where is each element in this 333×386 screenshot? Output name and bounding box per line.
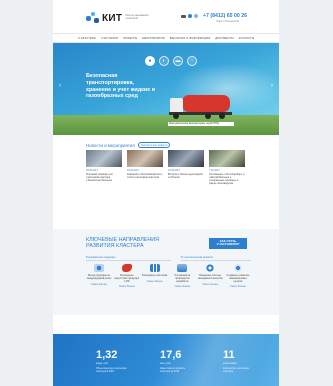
news-text: Итоговый семинар для участников кластера… [86, 173, 113, 183]
stat-investment: 17,6 млн. руб. Инвестиции в проекты клас… [160, 349, 192, 374]
page-background: КИТ Кластер инноваций и технологий +7 (8… [0, 0, 333, 386]
news-header: Новости и мероприятия Смотреть все новос… [86, 142, 171, 149]
news-list: 20.02.2017 Итоговый семинар для участник… [86, 150, 246, 186]
slider-next-arrow[interactable]: › [271, 83, 273, 89]
main-nav: О КЛАСТЕРЕ УЧАСТНИКИ ПРОЕКТЫ МЕРОПРИЯТИЯ… [53, 33, 279, 43]
header-contacts: +7 (8412) 65 00 26 [181, 13, 247, 19]
direction-text: Внедрение системы менеджмента качества [197, 275, 223, 280]
logo-mark-icon [86, 12, 100, 24]
gear-icon [205, 264, 216, 272]
direction-text: Расширение присутствия продукции в РФ [114, 275, 140, 283]
website-page: КИТ Кластер инноваций и технологий +7 (8… [53, 0, 279, 386]
direction-link[interactable]: Узнать больше [225, 286, 251, 288]
drop-icon[interactable]: ● [145, 56, 155, 66]
phone-number[interactable]: +7 (8412) 65 00 26 [203, 13, 247, 19]
stat-text: Количество участников кластера [223, 367, 249, 373]
logo-subtitle: Кластер инноваций и технологий [125, 14, 149, 20]
news-text: Соглашение «Теплоприбор» и «Автомобильны… [209, 173, 245, 186]
direction-text: Постановка на производство разработок [174, 275, 191, 283]
join-cluster-button[interactable]: КАК СТАТЬ УЧАСТНИКОМ? [209, 238, 247, 249]
news-photo [168, 150, 204, 167]
news-card[interactable]: 13.02.2017 Встреча с бизнес-делегацией и… [168, 150, 204, 186]
wave-icon[interactable]: ~ [187, 56, 197, 66]
direction-item[interactable]: Внедрение системы менеджмента качества У… [197, 264, 223, 288]
hero-caption: Изотермические автоцистерны серии ППЦ [169, 122, 219, 125]
hero-field [53, 115, 279, 135]
news-date: 7.02.2017 [209, 169, 220, 172]
stat-text: Объем выручки участников кластера в 2016 [96, 367, 127, 373]
gauge-icon[interactable]: ◐ [159, 56, 169, 66]
search-icon[interactable] [188, 14, 192, 18]
target-icon [232, 264, 243, 272]
news-date: 20.02.2017 [86, 169, 98, 172]
logo-text: КИТ [102, 12, 123, 24]
nav-item-about[interactable]: О КЛАСТЕРЕ [78, 37, 96, 40]
direction-item[interactable]: Выход продукции на международный рынок У… [86, 264, 112, 288]
menu-icon[interactable] [181, 14, 186, 18]
nav-item-projects[interactable]: ПРОЕКТЫ [123, 37, 137, 40]
news-photo [209, 150, 245, 167]
news-photo [86, 150, 122, 167]
stat-unit: млрд. руб. [96, 362, 109, 365]
direction-item[interactable]: Постановка на производство разработок Уз… [169, 264, 195, 288]
news-title: Новости и мероприятия [86, 142, 135, 148]
directions-col-left-title: В продвижении продукции [86, 256, 116, 259]
directions-title: КЛЮЧЕВЫЕ НАПРАВЛЕНИЯ РАЗВИТИЯ КЛАСТЕРА [86, 237, 160, 250]
stat-number: 1,32 [96, 349, 118, 361]
news-card[interactable]: 7.02.2017 Соглашение «Теплоприбор» и «Ав… [209, 150, 245, 186]
nav-item-members[interactable]: УЧАСТНИКИ [101, 37, 118, 40]
stat-unit: участников [223, 362, 237, 365]
news-card[interactable]: 16.02.2017 Компания «Техпромкомплект» ст… [127, 150, 163, 186]
direction-item[interactable]: Расширение присутствия продукции в РФ Уз… [114, 264, 140, 288]
russia-map-icon [121, 264, 132, 272]
news-card[interactable]: 20.02.2017 Итоговый семинар для участник… [86, 150, 122, 186]
nav-item-events[interactable]: МЕРОПРИЯТИЯ [142, 37, 164, 40]
directions-list: Выход продукции на международный рынок У… [86, 264, 251, 288]
stat-number: 17,6 [160, 349, 182, 361]
site-logo[interactable]: КИТ Кластер инноваций и технологий [86, 12, 151, 24]
tank-truck-image [169, 93, 233, 121]
direction-link[interactable]: Узнать больше [169, 286, 195, 288]
site-header: КИТ Кластер инноваций и технологий +7 (8… [53, 0, 279, 33]
hero-slider: ● ◐ ▬ ~ Безопасная транспортировка, хран… [53, 43, 279, 135]
news-text: Встреча с бизнес-делегацией из Италии [168, 173, 203, 180]
phone-subtitle: Офис в Пензенской [216, 20, 239, 23]
truck-icon[interactable]: ▬ [173, 56, 183, 66]
nav-item-contacts[interactable]: КОНТАКТЫ [239, 37, 255, 40]
direction-link[interactable]: Узнать больше [142, 281, 168, 283]
slider-prev-arrow[interactable]: ‹ [59, 83, 61, 89]
directions-section: КЛЮЧЕВЫЕ НАПРАВЛЕНИЯ РАЗВИТИЯ КЛАСТЕРА К… [53, 229, 279, 315]
directions-col-right-title: В технологическом развитии [181, 256, 213, 259]
news-date: 16.02.2017 [127, 169, 139, 172]
divider [181, 260, 251, 261]
news-photo [127, 150, 163, 167]
globe-icon [94, 264, 104, 272]
direction-text: Создание и развитие инжиниринговых центр… [226, 275, 250, 283]
direction-text: Кооперация участников [141, 275, 168, 277]
direction-link[interactable]: Узнать больше [86, 284, 112, 286]
direction-text: Выход продукции на международный рынок [86, 275, 112, 280]
hero-category-icons: ● ◐ ▬ ~ [145, 56, 197, 66]
news-text: Компания «Техпромкомплект» стала участни… [127, 173, 163, 180]
stat-text: Инвестиции в проекты кластера за 2016 [160, 367, 186, 373]
divider [86, 260, 171, 261]
direction-item[interactable]: Создание и развитие инжиниринговых центр… [225, 264, 251, 288]
mail-icon[interactable] [194, 14, 198, 18]
direction-link[interactable]: Узнать больше [197, 284, 223, 286]
stat-members: 11 участников Количество участников клас… [223, 349, 251, 374]
all-news-button[interactable]: Смотреть все новости [137, 142, 171, 149]
stat-revenue: 1,32 млрд. руб. Объем выручки участников… [96, 349, 128, 374]
direction-item[interactable]: Кооперация участников Узнать больше [142, 264, 168, 288]
people-icon [149, 264, 160, 272]
news-date: 13.02.2017 [168, 169, 180, 172]
factory-icon [177, 264, 188, 272]
nav-item-info[interactable]: ВАКАНСИИ И ИНФОРМАЦИЯ [170, 37, 211, 40]
stat-unit: млн. руб. [160, 362, 172, 365]
nav-item-docs[interactable]: ДОКУМЕНТЫ [215, 37, 233, 40]
hero-title: Безопасная транспортировка, хранение и у… [86, 73, 155, 100]
stats-banner: 1,32 млрд. руб. Объем выручки участников… [53, 334, 279, 386]
stat-number: 11 [223, 349, 235, 361]
direction-link[interactable]: Узнать больше [114, 286, 140, 288]
